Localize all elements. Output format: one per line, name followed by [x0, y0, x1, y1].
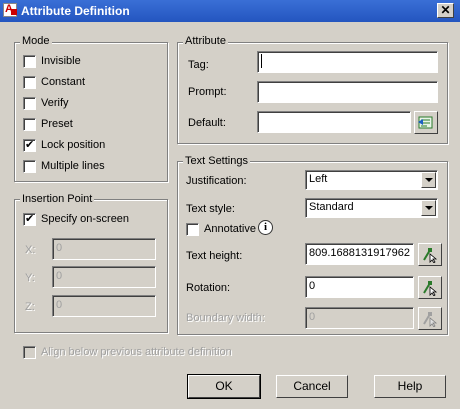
prompt-input[interactable] [257, 81, 438, 103]
constant-label[interactable]: Constant [41, 76, 85, 89]
verify-label[interactable]: Verify [41, 97, 69, 110]
insertion-point-group-label: Insertion Point [20, 193, 95, 205]
constant-checkbox[interactable] [23, 76, 36, 89]
attribute-group-label: Attribute [183, 35, 228, 47]
rotation-input[interactable]: 0 [305, 276, 414, 298]
annotative-label[interactable]: Annotative [204, 223, 256, 236]
x-label: X: [25, 244, 36, 256]
ok-button[interactable]: OK [187, 374, 261, 399]
boundary-width-input: 0 [305, 307, 414, 329]
default-label: Default: [188, 117, 226, 129]
insert-field-button[interactable] [414, 111, 438, 134]
y-input: 0 [52, 266, 156, 288]
text-settings-group-label: Text Settings [183, 155, 250, 167]
z-label: Z: [25, 301, 35, 313]
text-style-dropdown[interactable]: Standard [305, 198, 438, 218]
text-cursor [261, 54, 262, 69]
tag-input[interactable] [257, 51, 438, 73]
x-input: 0 [52, 238, 156, 260]
chevron-down-icon[interactable] [421, 172, 436, 188]
text-style-label: Text style: [186, 203, 235, 215]
justification-dropdown[interactable]: Left [305, 170, 438, 190]
cancel-button[interactable]: Cancel [276, 375, 348, 398]
help-button[interactable]: Help [374, 375, 446, 398]
autocad-app-icon: A [3, 3, 17, 17]
pick-point-icon [423, 248, 438, 263]
rotation-pick-button[interactable] [418, 276, 442, 299]
chevron-down-icon[interactable] [421, 200, 436, 216]
annotative-checkbox[interactable] [186, 223, 199, 236]
pick-point-icon [423, 281, 438, 296]
window-title: Attribute Definition [21, 4, 130, 18]
multiple-lines-checkbox[interactable] [23, 160, 36, 173]
tag-label: Tag: [188, 59, 209, 71]
text-style-value: Standard [309, 201, 354, 213]
info-icon[interactable]: i [258, 220, 273, 235]
justification-value: Left [309, 173, 328, 185]
justification-label: Justification: [186, 175, 247, 187]
invisible-label[interactable]: Invisible [41, 55, 81, 68]
align-below-checkbox [23, 346, 36, 359]
specify-on-screen-checkbox[interactable] [23, 212, 36, 226]
prompt-label: Prompt: [188, 86, 227, 98]
close-button[interactable]: ✕ [437, 3, 454, 18]
y-label: Y: [25, 272, 35, 284]
multiple-lines-label[interactable]: Multiple lines [41, 160, 105, 173]
preset-label[interactable]: Preset [41, 118, 73, 131]
boundary-width-pick-button [418, 307, 442, 330]
text-height-pick-button[interactable] [418, 243, 442, 266]
default-input[interactable] [257, 111, 411, 133]
verify-checkbox[interactable] [23, 97, 36, 110]
insert-field-icon [418, 116, 433, 129]
text-height-label: Text height: [186, 250, 243, 262]
mode-group-label: Mode [20, 35, 52, 47]
text-height-input[interactable]: 809.1688131917962 [305, 243, 414, 265]
z-input: 0 [52, 295, 156, 317]
invisible-checkbox[interactable] [23, 55, 36, 68]
boundary-width-label: Boundary width: [186, 312, 265, 324]
specify-on-screen-label[interactable]: Specify on-screen [41, 213, 129, 226]
lock-position-label[interactable]: Lock position [41, 139, 105, 152]
rotation-label: Rotation: [186, 282, 231, 294]
preset-checkbox[interactable] [23, 118, 36, 131]
align-below-label: Align below previous attribute definitio… [41, 346, 232, 358]
title-bar: A Attribute Definition ✕ [0, 0, 460, 22]
pick-point-icon [423, 312, 438, 327]
lock-position-checkbox[interactable] [23, 138, 36, 152]
